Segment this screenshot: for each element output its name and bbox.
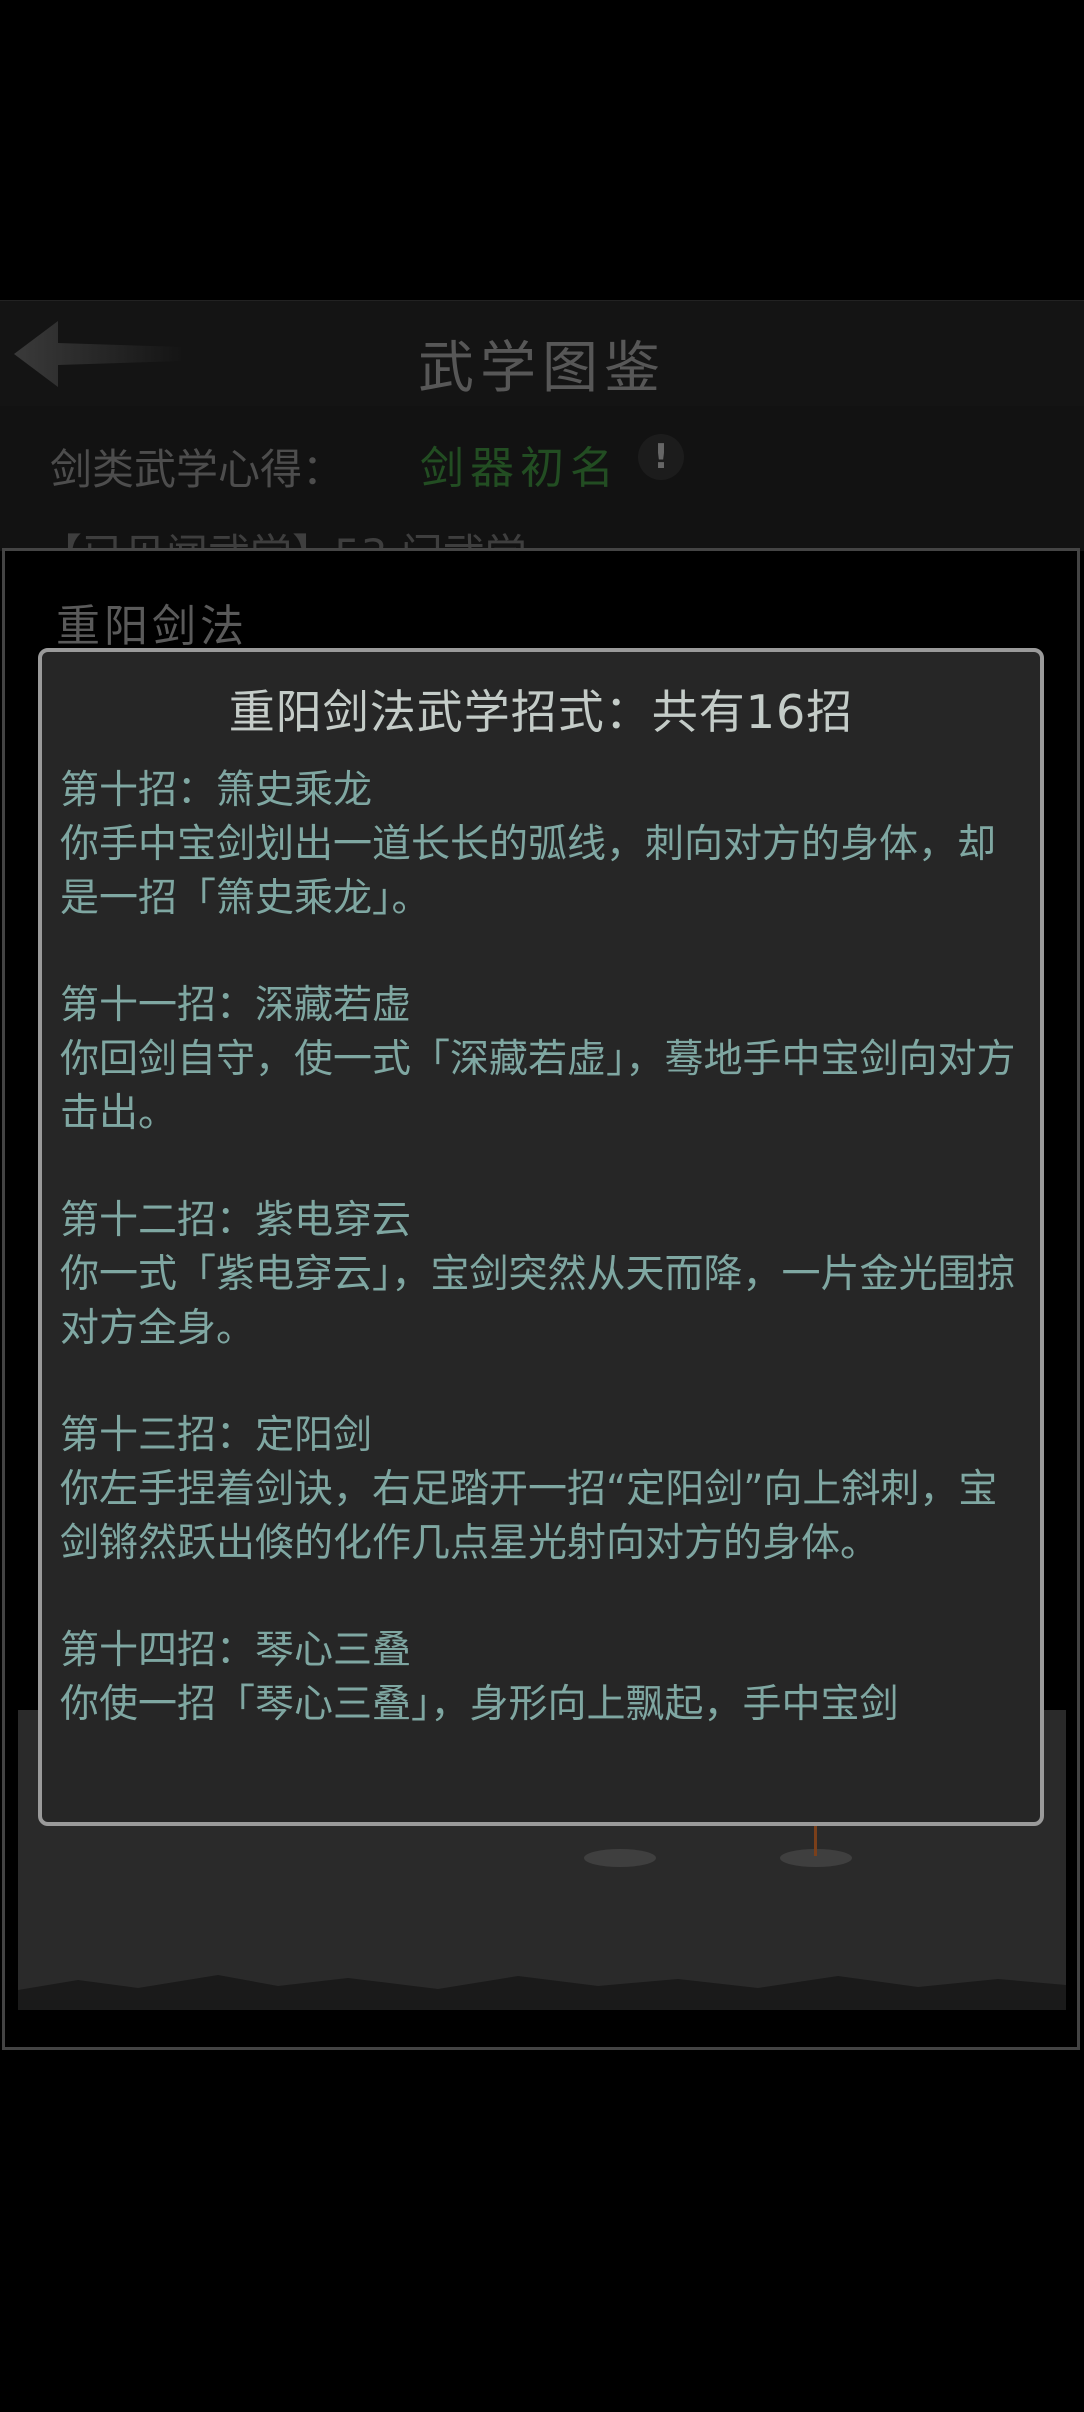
panel-skill-name: 重阳剑法 — [56, 601, 248, 652]
page-title: 武学图鉴 — [418, 336, 666, 401]
move-name: 第十四招：琴心三叠 — [60, 1628, 412, 1673]
top-bar: 武学图鉴 — [0, 300, 1084, 407]
dialog-title: 重阳剑法武学招式：共有16招 — [228, 685, 854, 739]
moves-list[interactable]: 第十招：箫史乘龙 你手中宝剑划出一道长长的弧线，刺向对方的身体，却是一招「箫史乘… — [60, 764, 1020, 1764]
list-item: 第十一招：深藏若虚 你回剑自守，使一式「深藏若虚」，蓦地手中宝剑向对方击出。 — [60, 979, 1020, 1141]
move-description: 你使一招「琴心三叠」，身形向上飘起，手中宝剑 — [60, 1682, 899, 1727]
move-description: 你回剑自守，使一式「深藏若虚」，蓦地手中宝剑向对方击出。 — [60, 1037, 1016, 1136]
move-name: 第十二招：紫电穿云 — [60, 1198, 412, 1243]
list-item: 第十三招：定阳剑 你左手捏着剑诀，右足踏开一招“定阳剑”向上斜刺，宝剑锵然跃出倏… — [60, 1409, 1020, 1571]
move-name: 第十招：箫史乘龙 — [60, 768, 373, 813]
move-name: 第十一招：深藏若虚 — [60, 983, 412, 1028]
move-description: 你左手捏着剑诀，右足踏开一招“定阳剑”向上斜刺，宝剑锵然跃出倏的化作几点星光射向… — [60, 1467, 998, 1566]
list-item: 第十四招：琴心三叠 你使一招「琴心三叠」，身形向上飘起，手中宝剑 — [60, 1624, 1020, 1732]
move-name: 第十三招：定阳剑 — [60, 1413, 373, 1458]
moves-dialog[interactable]: 重阳剑法武学招式：共有16招 第十招：箫史乘龙 你手中宝剑划出一道长长的弧线，刺… — [38, 648, 1044, 1826]
info-area: 剑类武学心得： 剑器初名 ! 【已见闻武学】53 门武学 — [0, 406, 1084, 579]
skill-label: 剑类武学心得： — [50, 445, 345, 494]
info-icon[interactable]: ! — [638, 434, 684, 480]
move-description: 你一式「紫电穿云」，宝剑突然从天而降，一片金光围掠对方全身。 — [60, 1252, 1016, 1351]
list-item: 第十招：箫史乘龙 你手中宝剑划出一道长长的弧线，刺向对方的身体，却是一招「箫史乘… — [60, 764, 1020, 926]
list-item: 第十二招：紫电穿云 你一式「紫电穿云」，宝剑突然从天而降，一片金光围掠对方全身。 — [60, 1194, 1020, 1356]
move-description: 你手中宝剑划出一道长长的弧线，刺向对方的身体，却是一招「箫史乘龙」。 — [60, 822, 997, 921]
skill-rank: 剑器初名 — [420, 443, 620, 494]
